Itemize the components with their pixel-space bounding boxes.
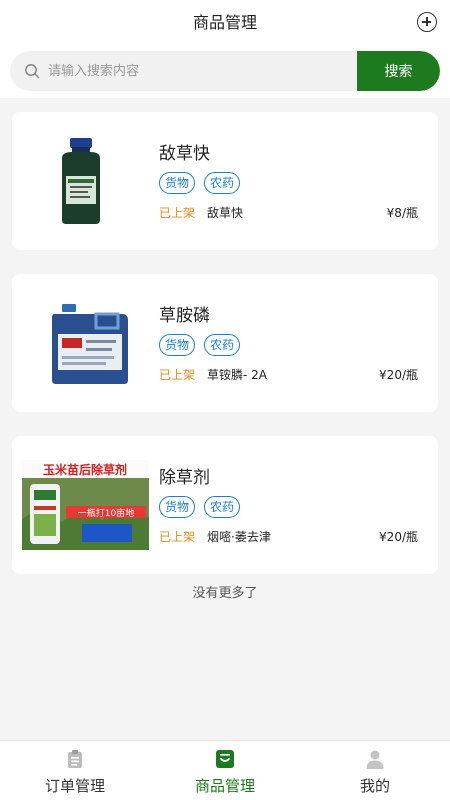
clipboard-icon [68, 750, 82, 768]
tab-my-profile[interactable]: 我的 [300, 741, 450, 800]
search-input[interactable] [48, 51, 353, 91]
tab-order-management[interactable]: 订单管理 [0, 741, 150, 800]
product-price: ¥20/瓶 [379, 530, 418, 544]
product-price: ¥20/瓶 [379, 368, 418, 382]
product-name: 草胺磷 [159, 306, 210, 326]
product-price: ¥8/瓶 [386, 206, 418, 220]
tag-badge: 货物 [159, 496, 196, 518]
tab-label: 订单管理 [44, 777, 105, 795]
page-title: 商品管理 [192, 13, 257, 32]
product-image-bottle [62, 138, 100, 224]
list-end-text: 没有更多了 [192, 586, 258, 601]
product-image-corn-herbicide: 玉米苗后除草剂 一瓶打10亩地 [22, 460, 149, 550]
tag-badge: 农药 [204, 172, 241, 194]
product-card[interactable]: 玉米苗后除草剂 一瓶打10亩地 除草剂 货物 农药 已上架 烟嘧·萎去津 ¥20… [12, 436, 438, 574]
status-label: 已上架 [159, 530, 196, 544]
status-label: 已上架 [159, 368, 196, 382]
user-icon [366, 750, 384, 769]
search-bar: 搜索 [10, 51, 440, 91]
tab-product-management[interactable]: 商品管理 [150, 741, 300, 800]
product-card[interactable]: 草胺磷 货物 农药 已上架 草铵膦- 2A ¥20/瓶 [12, 274, 438, 412]
tab-label: 商品管理 [194, 777, 255, 795]
product-box-icon [216, 750, 234, 768]
search-icon [25, 64, 40, 79]
svg-text:一瓶打10亩地: 一瓶打10亩地 [78, 507, 134, 519]
product-tags: 货物 农药 [159, 496, 241, 518]
product-name: 除草剂 [159, 468, 210, 488]
product-name: 敌草快 [159, 144, 210, 164]
product-spec: 烟嘧·萎去津 [207, 530, 271, 544]
tag-badge: 货物 [159, 172, 196, 194]
product-image-jerrycan [52, 304, 128, 384]
svg-text:玉米苗后除草剂: 玉米苗后除草剂 [43, 462, 127, 477]
bottom-tab-bar: 订单管理 商品管理 我的 [0, 740, 450, 800]
product-tags: 货物 农药 [159, 172, 241, 194]
tag-badge: 农药 [204, 496, 241, 518]
tag-badge: 农药 [204, 334, 241, 356]
product-tags: 货物 农药 [159, 334, 241, 356]
tag-badge: 货物 [159, 334, 196, 356]
add-product-button[interactable] [417, 12, 437, 32]
product-card[interactable]: 敌草快 货物 农药 已上架 敌草快 ¥8/瓶 [12, 112, 438, 250]
product-spec: 敌草快 [207, 206, 244, 220]
tab-label: 我的 [359, 777, 390, 795]
status-label: 已上架 [159, 206, 196, 220]
search-button[interactable]: 搜索 [357, 51, 440, 91]
top-bar: 商品管理 搜索 [0, 0, 450, 98]
product-spec: 草铵膦- 2A [207, 368, 267, 382]
